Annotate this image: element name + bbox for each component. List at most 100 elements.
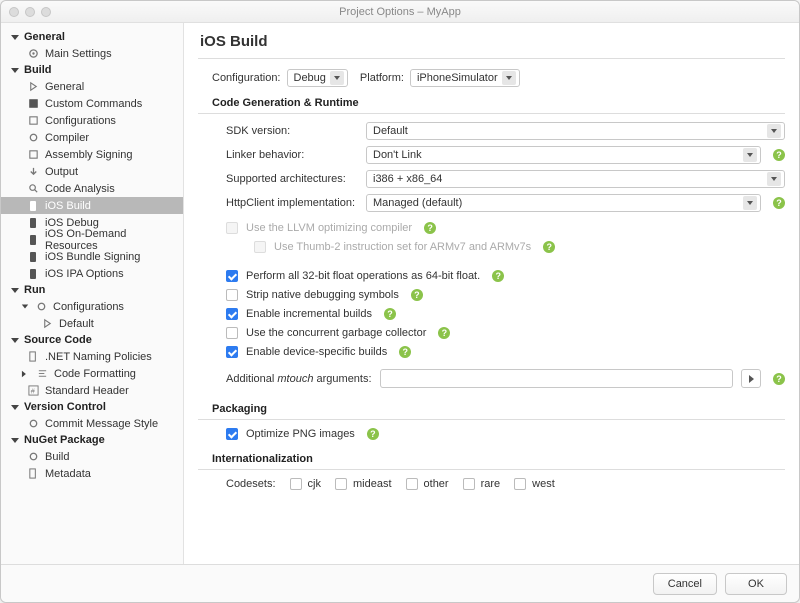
chevron-down-icon (22, 305, 28, 309)
sdk-select[interactable]: Default (366, 122, 785, 140)
arch-select[interactable]: i386 + x86_64 (366, 170, 785, 188)
dark-icon (27, 234, 39, 246)
sdk-label: SDK version: (226, 125, 358, 137)
group-label: Version Control (24, 401, 106, 413)
sidebar-group-run[interactable]: Run (1, 282, 183, 298)
svg-text:#: # (30, 386, 35, 395)
sidebar-item-ios-build[interactable]: iOS Build (1, 197, 183, 214)
chevron-down-icon (502, 71, 516, 85)
play-icon (41, 318, 53, 330)
sidebar-item-main-settings[interactable]: Main Settings (1, 45, 183, 62)
help-icon[interactable]: ? (543, 241, 555, 253)
configuration-label: Configuration: (212, 72, 281, 84)
sidebar-group-nuget[interactable]: NuGet Package (1, 432, 183, 448)
sidebar-item-custom-commands[interactable]: Custom Commands (1, 95, 183, 112)
sidebar-item-run-default[interactable]: Default (1, 315, 183, 332)
dark-icon (27, 217, 39, 229)
help-icon[interactable]: ? (367, 428, 379, 440)
sidebar-item-ios-ondemand[interactable]: iOS On-Demand Resources (1, 231, 183, 248)
content-panel: iOS Build Configuration: Debug Platform:… (184, 23, 799, 564)
sidebar-item-code-analysis[interactable]: Code Analysis (1, 180, 183, 197)
chevron-down-icon (11, 68, 19, 73)
platform-select[interactable]: iPhoneSimulator (410, 69, 520, 87)
config-row: Configuration: Debug Platform: iPhoneSim… (212, 69, 785, 87)
run-args-button[interactable] (741, 369, 761, 388)
additional-args-label: Additional mtouch arguments: (226, 373, 372, 385)
sidebar-group-version[interactable]: Version Control (1, 399, 183, 415)
sidebar-item-label: Main Settings (45, 48, 112, 60)
gear-icon (27, 451, 39, 463)
sidebar-item-label: Default (59, 318, 94, 330)
codeset-rare-checkbox[interactable] (463, 478, 475, 490)
sidebar: General Main Settings Build General Cust… (1, 23, 184, 564)
sidebar-item-ios-ipa[interactable]: iOS IPA Options (1, 265, 183, 282)
sidebar-item-run-configurations[interactable]: Configurations (1, 298, 183, 315)
sidebar-item-build-general[interactable]: General (1, 78, 183, 95)
help-icon[interactable]: ? (773, 149, 785, 161)
help-icon[interactable]: ? (399, 346, 411, 358)
sidebar-item-code-formatting[interactable]: Code Formatting (1, 365, 183, 382)
group-label: Run (24, 284, 45, 296)
sidebar-item-assembly-signing[interactable]: Assembly Signing (1, 146, 183, 163)
strip-checkbox[interactable] (226, 289, 238, 301)
codeset-cjk-checkbox[interactable] (290, 478, 302, 490)
linker-value: Don't Link (373, 149, 422, 161)
sidebar-item-configurations[interactable]: Configurations (1, 112, 183, 129)
help-icon[interactable]: ? (773, 197, 785, 209)
codeset-mideast-checkbox[interactable] (335, 478, 347, 490)
codeset-west-checkbox[interactable] (514, 478, 526, 490)
sidebar-item-label: iOS Build (45, 200, 91, 212)
chevron-down-icon (767, 172, 781, 186)
sidebar-item-nuget-build[interactable]: Build (1, 448, 183, 465)
sidebar-item-commit-style[interactable]: Commit Message Style (1, 415, 183, 432)
doc-icon (27, 468, 39, 480)
codeset-label: cjk (308, 478, 321, 490)
sidebar-item-output[interactable]: Output (1, 163, 183, 180)
sidebar-item-label: Metadata (45, 468, 91, 480)
sidebar-item-nuget-metadata[interactable]: Metadata (1, 465, 183, 482)
sidebar-item-naming-policies[interactable]: .NET Naming Policies (1, 348, 183, 365)
sidebar-item-label: General (45, 81, 84, 93)
help-icon[interactable]: ? (424, 222, 436, 234)
arch-value: i386 + x86_64 (373, 173, 442, 185)
hash-icon: # (27, 385, 39, 397)
help-icon[interactable]: ? (438, 327, 450, 339)
optimize-png-checkbox[interactable] (226, 428, 238, 440)
chevron-down-icon (11, 288, 19, 293)
platform-label: Platform: (360, 72, 404, 84)
codeset-other-checkbox[interactable] (406, 478, 418, 490)
sidebar-item-label: Build (45, 451, 69, 463)
sidebar-group-build[interactable]: Build (1, 62, 183, 78)
device-checkbox[interactable] (226, 346, 238, 358)
additional-args-input[interactable] (380, 369, 733, 388)
ok-button[interactable]: OK (725, 573, 787, 595)
concurrent-checkbox[interactable] (226, 327, 238, 339)
thumb-checkbox (254, 241, 266, 253)
sidebar-item-compiler[interactable]: Compiler (1, 129, 183, 146)
sidebar-item-label: iOS IPA Options (45, 268, 124, 280)
group-label: General (24, 31, 65, 43)
help-icon[interactable]: ? (773, 373, 785, 385)
incremental-checkbox[interactable] (226, 308, 238, 320)
sidebar-group-general[interactable]: General (1, 29, 183, 45)
linker-select[interactable]: Don't Link (366, 146, 761, 164)
gear-icon (35, 301, 47, 313)
box-icon (27, 98, 39, 110)
sidebar-group-source[interactable]: Source Code (1, 332, 183, 348)
chevron-down-icon (767, 124, 781, 138)
help-icon[interactable]: ? (384, 308, 396, 320)
cancel-button[interactable]: Cancel (653, 573, 717, 595)
float32-checkbox[interactable] (226, 270, 238, 282)
arrow-down-icon (27, 166, 39, 178)
sidebar-item-standard-header[interactable]: #Standard Header (1, 382, 183, 399)
help-icon[interactable]: ? (492, 270, 504, 282)
configuration-select[interactable]: Debug (287, 69, 348, 87)
section-packaging-title: Packaging (198, 403, 785, 420)
http-select[interactable]: Managed (default) (366, 194, 761, 212)
group-label: Source Code (24, 334, 92, 346)
sidebar-item-label: Custom Commands (45, 98, 142, 110)
dark-icon (27, 251, 39, 263)
sidebar-item-label: Assembly Signing (45, 149, 132, 161)
help-icon[interactable]: ? (411, 289, 423, 301)
sidebar-item-label: .NET Naming Policies (45, 351, 152, 363)
